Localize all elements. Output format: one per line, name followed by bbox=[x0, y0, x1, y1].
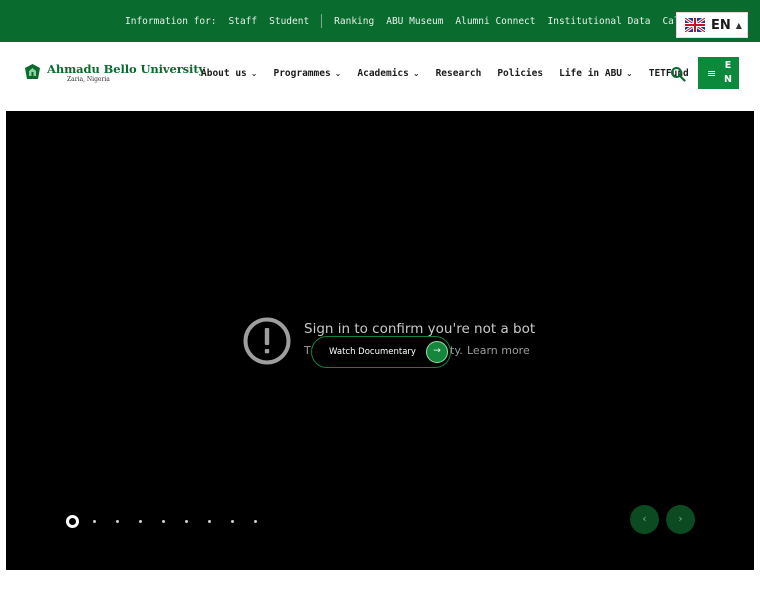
notice-title: Sign in to confirm you're not a bot bbox=[304, 321, 536, 337]
slide-indicators bbox=[66, 515, 277, 528]
arrow-right-icon: → bbox=[426, 341, 448, 363]
chevron-down-icon: ⌄ bbox=[334, 69, 342, 78]
utility-links: Information for: Staff Student Ranking A… bbox=[125, 14, 720, 28]
info-for-label: Information for: bbox=[125, 15, 217, 27]
slide-dot-8[interactable] bbox=[231, 520, 234, 523]
slide-dot-9[interactable] bbox=[254, 520, 257, 523]
slide-dot-7[interactable] bbox=[208, 520, 211, 523]
uk-flag-icon bbox=[685, 18, 705, 32]
notice-sub-prefix: T bbox=[304, 344, 311, 357]
slide-dot-6[interactable] bbox=[185, 520, 188, 523]
hero-video[interactable]: Sign in to confirm you're not a bot Tity… bbox=[6, 111, 754, 570]
notice-subtitle: Tity. Learn more bbox=[304, 344, 530, 357]
watch-documentary-button[interactable]: Watch Documentary → bbox=[311, 336, 451, 368]
slide-dot-2[interactable] bbox=[93, 520, 96, 523]
alert-circle-icon bbox=[243, 317, 291, 365]
previous-slide-button[interactable]: ‹ bbox=[630, 505, 659, 534]
menu-letter: N bbox=[724, 74, 732, 85]
slide-dot-3[interactable] bbox=[116, 520, 119, 523]
crest-icon bbox=[25, 64, 40, 79]
nav-label: Academics bbox=[357, 68, 409, 79]
chevron-right-icon: › bbox=[678, 512, 683, 525]
hamburger-icon: ≡ bbox=[707, 67, 717, 80]
link-alumni[interactable]: Alumni Connect bbox=[455, 16, 535, 27]
learn-more-link[interactable]: Learn more bbox=[467, 344, 530, 357]
nav-label: Programmes bbox=[273, 68, 331, 79]
nav-programmes[interactable]: Programmes ⌄ bbox=[273, 68, 341, 79]
nav-label: Policies bbox=[497, 68, 544, 79]
top-utility-bar: Information for: Staff Student Ranking A… bbox=[0, 0, 760, 42]
main-header: Ahmadu Bello University Zaria, Nigeria A… bbox=[0, 42, 760, 110]
search-icon[interactable] bbox=[670, 66, 686, 82]
main-nav: About us ⌄ Programmes ⌄ Academics ⌄ Rese… bbox=[201, 68, 705, 79]
nav-label: Research bbox=[435, 68, 482, 79]
chevron-left-icon: ‹ bbox=[642, 512, 647, 525]
chevron-down-icon: ⌄ bbox=[412, 69, 420, 78]
next-slide-button[interactable]: › bbox=[666, 505, 695, 534]
link-institutional-data[interactable]: Institutional Data bbox=[548, 16, 651, 27]
slide-dot-4[interactable] bbox=[139, 520, 142, 523]
slide-dot-5[interactable] bbox=[162, 520, 165, 523]
nav-policies[interactable]: Policies bbox=[497, 68, 543, 79]
language-selector[interactable]: EN ▲ bbox=[676, 12, 748, 38]
university-logo[interactable]: Ahmadu Bello University Zaria, Nigeria bbox=[24, 63, 205, 83]
divider bbox=[321, 14, 323, 28]
nav-academics[interactable]: Academics ⌄ bbox=[357, 68, 419, 79]
nav-life-in-abu[interactable]: Life in ABU ⌄ bbox=[559, 68, 633, 79]
language-code: EN bbox=[711, 17, 731, 33]
nav-label: Life in ABU bbox=[559, 68, 623, 79]
nav-label: About us bbox=[201, 68, 247, 79]
menu-button[interactable]: ≡ E N bbox=[698, 57, 739, 89]
chevron-down-icon: ⌄ bbox=[250, 69, 258, 78]
chevron-up-icon: ▲ bbox=[735, 20, 742, 30]
chevron-down-icon: ⌄ bbox=[626, 69, 633, 78]
nav-about-us[interactable]: About us ⌄ bbox=[201, 68, 257, 79]
logo-location: Zaria, Nigeria bbox=[67, 76, 110, 83]
menu-letter: E bbox=[724, 60, 732, 71]
link-staff[interactable]: Staff bbox=[229, 16, 258, 27]
nav-research[interactable]: Research bbox=[436, 68, 482, 79]
link-student[interactable]: Student bbox=[269, 16, 309, 27]
logo-name: Ahmadu Bello University bbox=[47, 62, 206, 76]
link-museum[interactable]: ABU Museum bbox=[386, 16, 443, 27]
link-ranking[interactable]: Ranking bbox=[334, 16, 374, 27]
watch-label: Watch Documentary bbox=[329, 347, 416, 357]
slide-dot-1[interactable] bbox=[66, 515, 79, 528]
menu-letters: E N bbox=[724, 59, 732, 87]
